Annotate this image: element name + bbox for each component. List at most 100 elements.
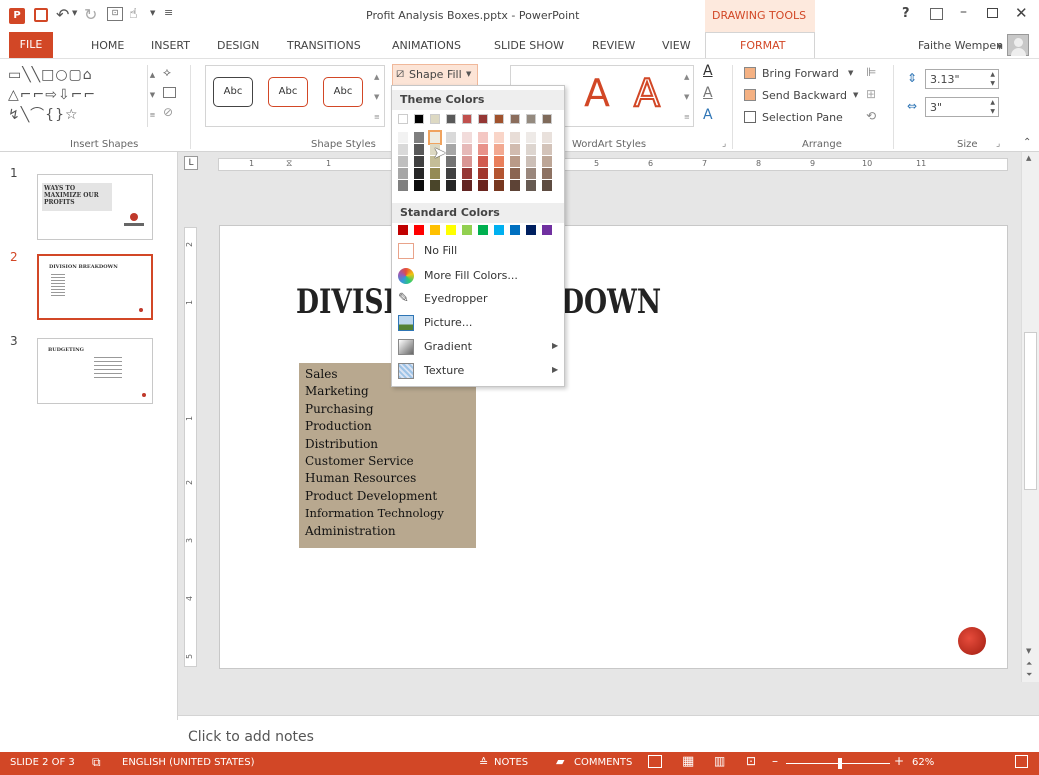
collapse-ribbon-icon[interactable]: ⌃ [1023,137,1031,148]
theme-color-swatch[interactable] [430,180,440,191]
theme-color-swatch[interactable] [526,132,536,143]
theme-color-swatch[interactable] [446,180,456,191]
text-outline-icon[interactable]: A [703,85,713,101]
selection-pane-button[interactable]: Selection Pane [762,111,843,124]
tab-home[interactable]: HOME [91,39,124,52]
theme-color-swatch[interactable] [494,114,504,124]
text-effects-icon[interactable]: A [703,107,713,123]
theme-color-swatch[interactable] [414,144,424,155]
undo-icon[interactable]: ↶ [56,5,69,24]
shape-fill-button[interactable]: Shape Fill [409,68,462,81]
standard-color-swatch[interactable] [414,225,424,235]
theme-color-swatch[interactable] [446,144,456,155]
rotate-icon[interactable]: ⟲ [866,109,876,123]
tab-review[interactable]: REVIEW [592,39,635,52]
shape-styles-scroll-icon[interactable]: ▲ ▼ ≡ [374,67,380,127]
zoom-in-icon[interactable]: + [894,754,904,768]
theme-color-swatch[interactable] [526,156,536,167]
theme-color-swatch[interactable] [428,130,442,145]
comments-icon[interactable]: ▰ [556,755,564,768]
language-indicator[interactable]: ENGLISH (UNITED STATES) [122,757,255,768]
shapes-scroll-icon[interactable]: ▲ ▼ ≡ [147,65,157,127]
theme-color-swatch[interactable] [446,168,456,179]
spell-check-icon[interactable]: ⧉ [92,755,101,770]
theme-color-swatch[interactable] [542,114,552,124]
theme-color-swatch[interactable] [462,132,472,143]
theme-color-swatch[interactable] [526,180,536,191]
theme-color-swatch[interactable] [478,144,488,155]
tab-animations[interactable]: ANIMATIONS [392,39,461,52]
theme-color-swatch[interactable] [542,144,552,155]
height-spinner-icon[interactable]: ▲ ▼ [990,70,995,88]
slide-title-left[interactable]: DIVISI [296,282,396,322]
standard-color-swatch[interactable] [398,225,408,235]
more-fill-colors-item[interactable]: More Fill Colors... [392,265,566,287]
theme-color-swatch[interactable] [414,168,424,179]
theme-color-swatch[interactable] [494,132,504,143]
standard-color-swatch[interactable] [510,225,520,235]
theme-color-swatch[interactable] [462,168,472,179]
text-fill-icon[interactable]: A [703,63,713,79]
send-backward-button[interactable]: Send Backward [762,89,847,102]
standard-color-swatch[interactable] [494,225,504,235]
theme-color-swatch[interactable] [414,156,424,167]
picture-item[interactable]: Picture... [392,312,566,334]
standard-color-swatch[interactable] [430,225,440,235]
theme-color-swatch[interactable] [430,168,440,179]
tab-design[interactable]: DESIGN [217,39,259,52]
reading-view-icon[interactable]: ▥ [714,754,725,768]
tab-format[interactable]: FORMAT [740,39,786,52]
wordart-scroll-icon[interactable]: ▲ ▼ ≡ [684,67,690,127]
fit-slide-icon[interactable] [1015,755,1028,768]
theme-color-swatch[interactable] [542,180,552,191]
normal-view-icon[interactable] [648,755,662,768]
close-icon[interactable]: ✕ [1015,4,1028,22]
bring-forward-button[interactable]: Bring Forward [762,67,839,80]
ribbon-display-options-icon[interactable] [930,8,943,20]
save-icon[interactable] [34,8,48,22]
theme-color-swatch[interactable] [494,144,504,155]
division-list-box[interactable]: Sales Marketing Purchasing Production Di… [299,363,476,548]
tab-file[interactable]: FILE [9,32,53,58]
help-icon[interactable]: ? [902,6,910,21]
theme-color-swatch[interactable] [494,168,504,179]
theme-color-swatch[interactable] [478,156,488,167]
theme-color-swatch[interactable] [446,156,456,167]
theme-color-swatch[interactable] [398,144,408,155]
theme-color-swatch[interactable] [414,180,424,191]
shapes-gallery[interactable]: ▭╲╲□○▢⌂ △⌐⌐⇨⇩⌐⌐ ↯╲⌒{}☆ [8,65,168,127]
gradient-item[interactable]: Gradient ▶ [392,336,566,358]
shape-style-2[interactable]: Abc [268,77,308,107]
send-backward-dropdown-icon[interactable]: ▼ [853,91,858,99]
standard-color-swatch[interactable] [542,225,552,235]
notes-placeholder[interactable]: Click to add notes [188,729,314,745]
theme-color-swatch[interactable] [478,114,488,124]
theme-color-swatch[interactable] [542,132,552,143]
tab-slide-show[interactable]: SLIDE SHOW [494,39,564,52]
text-box-icon[interactable] [163,87,176,98]
bring-forward-dropdown-icon[interactable]: ▼ [848,69,853,77]
slideshow-qat-icon[interactable]: ⊡ [107,7,123,21]
theme-color-swatch[interactable] [398,114,408,124]
qat-customize-icon[interactable]: ≡ [164,6,173,19]
theme-color-swatch[interactable] [478,168,488,179]
edit-shape-icon[interactable]: ⟡ [163,65,171,80]
theme-color-swatch[interactable] [526,168,536,179]
standard-color-swatch[interactable] [526,225,536,235]
width-spinner-icon[interactable]: ▲ ▼ [990,98,995,116]
theme-color-swatch[interactable] [462,144,472,155]
no-fill-item[interactable]: No Fill [392,240,566,262]
scroll-up-icon[interactable]: ▲ [1026,154,1031,162]
user-name[interactable]: Faithe Wempen [918,39,1003,52]
standard-color-swatch[interactable] [462,225,472,235]
slide-sorter-icon[interactable]: ▦ [682,754,694,769]
minimize-icon[interactable]: – [960,4,967,20]
slide-counter[interactable]: SLIDE 2 OF 3 [10,757,75,768]
theme-color-swatch[interactable] [446,114,456,124]
merge-shapes-icon[interactable]: ⊘ [163,105,173,119]
comments-toggle[interactable]: COMMENTS [574,757,632,768]
standard-color-swatch[interactable] [478,225,488,235]
theme-color-swatch[interactable] [398,168,408,179]
theme-color-swatch[interactable] [542,168,552,179]
red-circle-graphic[interactable] [958,627,986,655]
